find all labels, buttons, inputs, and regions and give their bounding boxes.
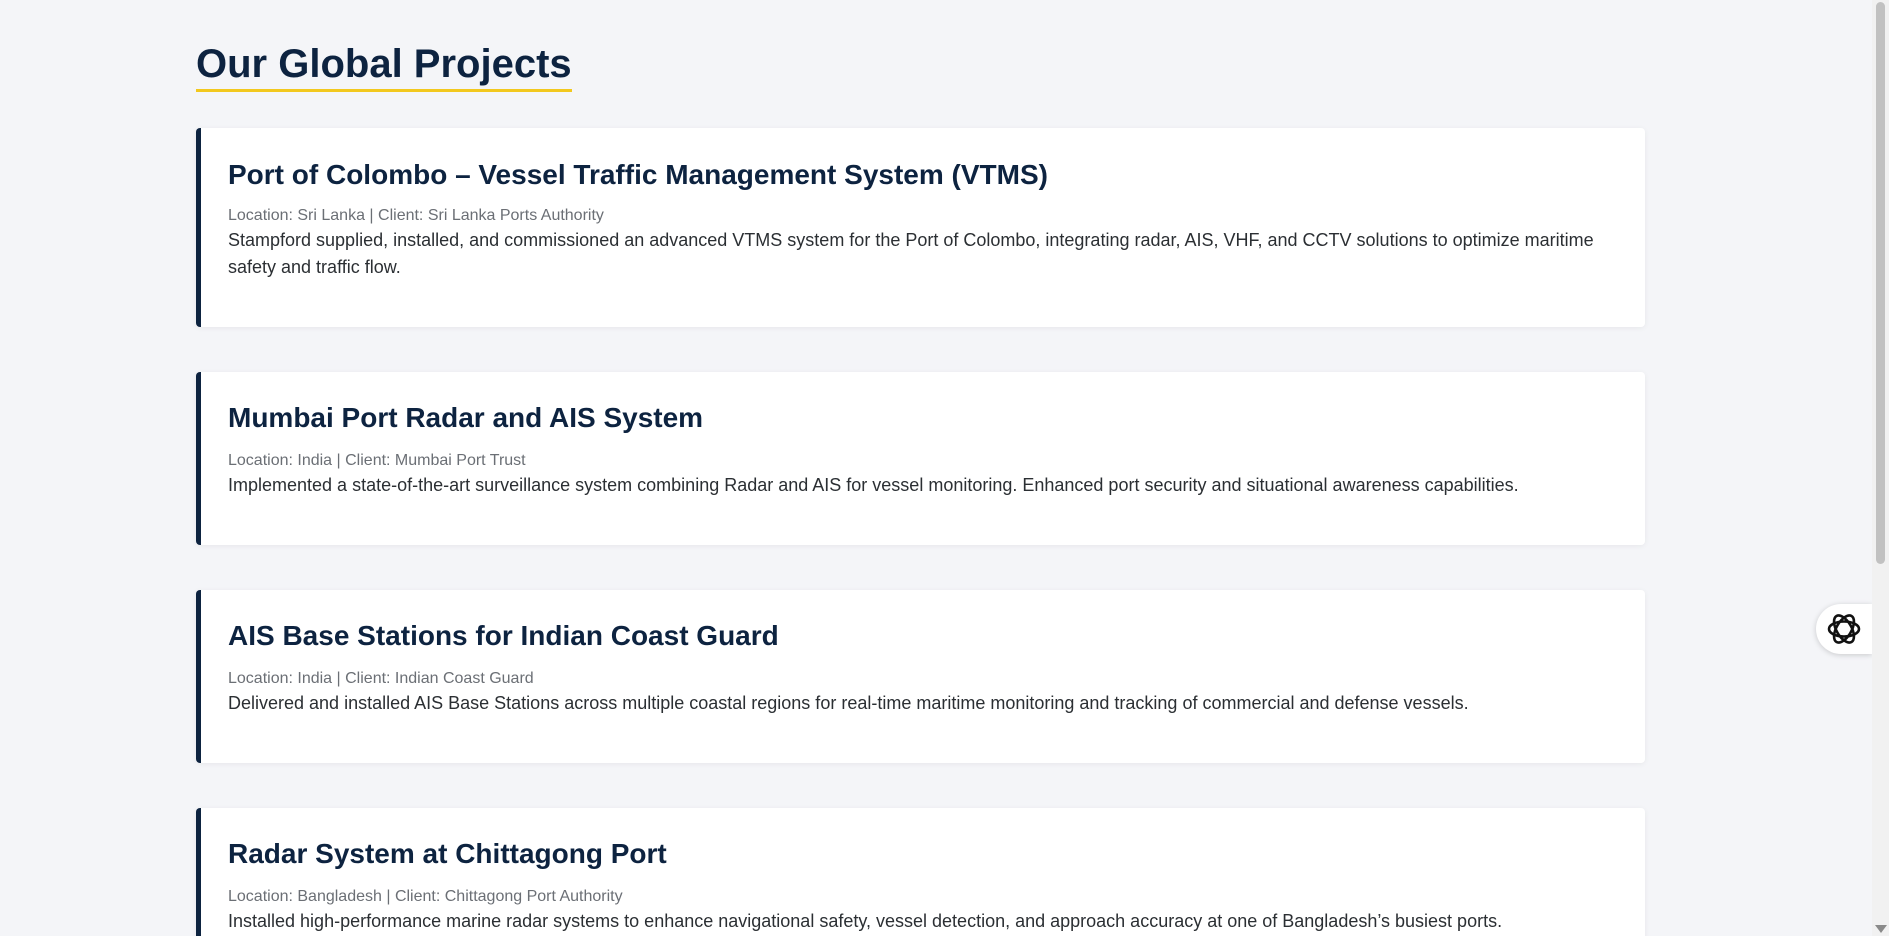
scroll-down-arrow-icon[interactable]	[1875, 925, 1887, 933]
project-title: Port of Colombo – Vessel Traffic Managem…	[228, 159, 1048, 190]
project-meta: Location: Bangladesh | Client: Chittagon…	[228, 888, 623, 905]
project-title: Mumbai Port Radar and AIS System	[228, 402, 704, 433]
page: Our Global Projects Port of Colombo – Ve…	[0, 0, 1889, 936]
project-meta: Location: Sri Lanka | Client: Sri Lanka …	[228, 207, 604, 224]
openai-logo-icon	[1827, 614, 1861, 644]
chat-assistant-button[interactable]	[1816, 604, 1872, 654]
project-title: AIS Base Stations for Indian Coast Guard	[228, 620, 779, 651]
project-card-coast-guard: AIS Base Stations for Indian Coast Guard…	[196, 590, 1645, 763]
project-title: Radar System at Chittagong Port	[228, 838, 667, 869]
project-meta: Location: India | Client: Indian Coast G…	[228, 670, 534, 687]
project-meta: Location: India | Client: Mumbai Port Tr…	[228, 452, 526, 469]
scrollbar-thumb[interactable]	[1876, 2, 1885, 564]
project-description: Implemented a state-of-the-art surveilla…	[228, 475, 1519, 495]
project-card-chittagong: Radar System at Chittagong Port Location…	[196, 808, 1645, 936]
project-card-mumbai: Mumbai Port Radar and AIS System Locatio…	[196, 372, 1645, 545]
page-title: Our Global Projects	[196, 42, 572, 92]
project-description: Stampford supplied, installed, and commi…	[228, 230, 1594, 277]
projects-section: Our Global Projects Port of Colombo – Ve…	[196, 0, 1645, 936]
project-description: Delivered and installed AIS Base Station…	[228, 693, 1469, 713]
project-card-colombo: Port of Colombo – Vessel Traffic Managem…	[196, 128, 1645, 327]
vertical-scrollbar[interactable]	[1872, 0, 1889, 936]
project-description: Installed high-performance marine radar …	[228, 911, 1503, 931]
